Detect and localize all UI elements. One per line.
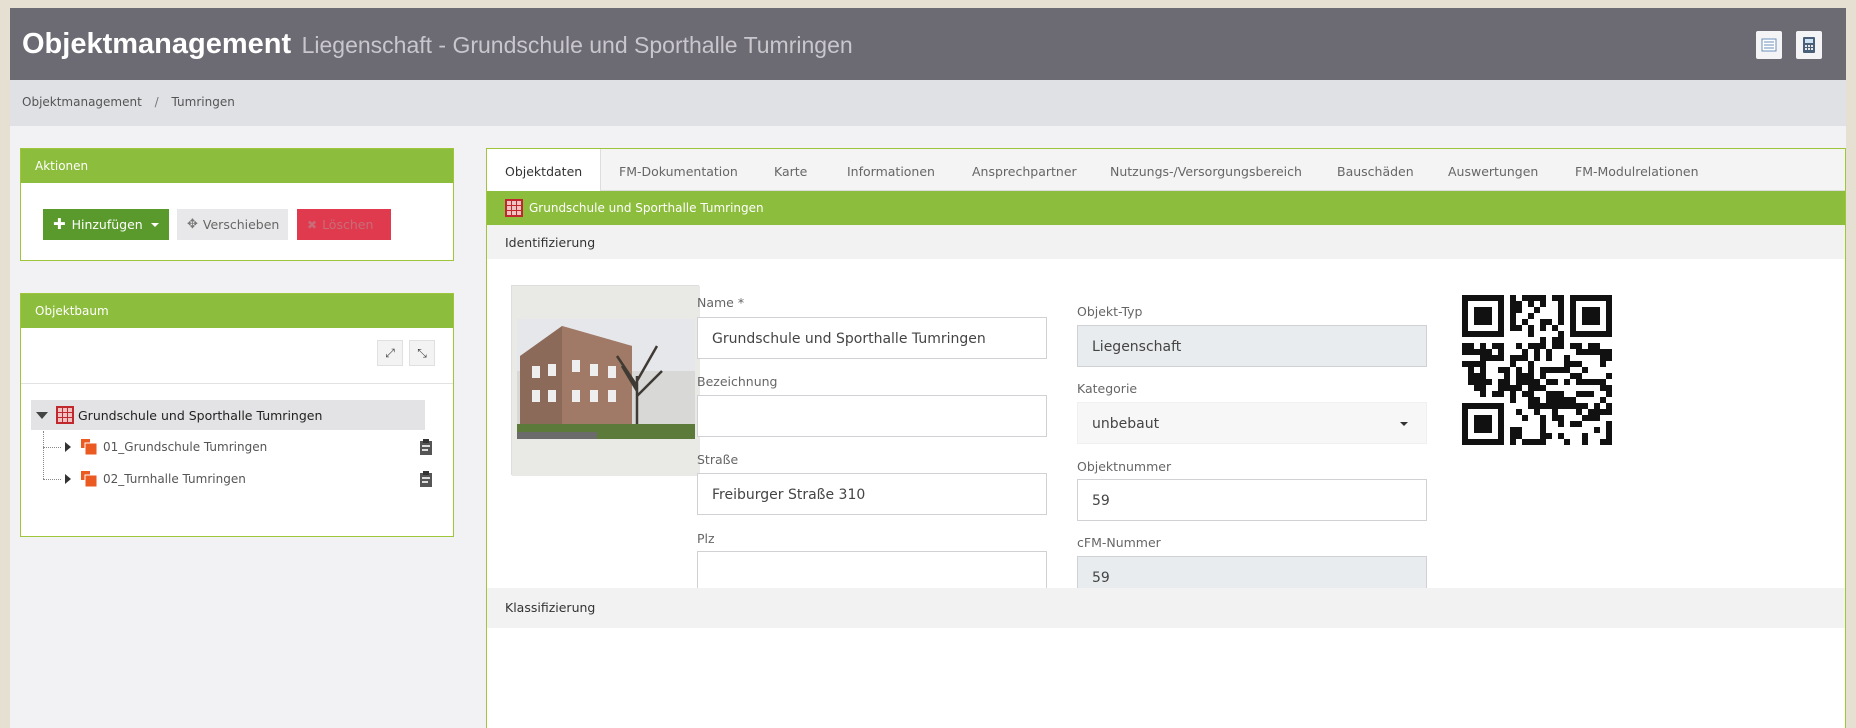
tab-karte[interactable]: Karte xyxy=(774,164,807,179)
tree-connector xyxy=(43,447,61,448)
tab-nutzungsbereich[interactable]: Nutzungs-/Versorgungsbereich xyxy=(1110,164,1302,179)
breadcrumb: Objektmanagement / Tumringen xyxy=(22,95,235,109)
objekttyp-label: Objekt-Typ xyxy=(1077,304,1143,319)
breadcrumb-separator: / xyxy=(154,95,159,109)
move-button[interactable]: ✥ Verschieben xyxy=(177,209,288,240)
tab-bar: Objektdaten FM-Dokumentation Karte Infor… xyxy=(487,149,1845,192)
strasse-field[interactable]: Freiburger Straße 310 xyxy=(697,473,1047,515)
collapse-all-button[interactable]: ⤡ xyxy=(409,340,435,366)
list-view-button[interactable] xyxy=(1756,31,1782,59)
breadcrumb-item-objektmanagement[interactable]: Objektmanagement xyxy=(22,95,142,109)
chevron-down-icon xyxy=(1400,422,1408,426)
plus-icon: ✚ xyxy=(53,215,66,233)
objekttyp-field: Liegenschaft xyxy=(1077,325,1427,367)
building-photo xyxy=(512,286,700,476)
calculator-button[interactable] xyxy=(1796,31,1822,59)
plz-label: Plz xyxy=(697,531,715,546)
qr-code[interactable] xyxy=(1462,295,1612,445)
collapse-icon: ⤡ xyxy=(417,345,427,360)
tab-auswertungen[interactable]: Auswertungen xyxy=(1448,164,1538,179)
name-field[interactable]: Grundschule und Sporthalle Tumringen xyxy=(697,317,1047,359)
delete-button-label: Löschen xyxy=(322,217,374,232)
module-title: Objektmanagement xyxy=(22,28,292,60)
page-title: Objektmanagement Liegenschaft - Grundsch… xyxy=(22,28,853,61)
object-heading: Grundschule und Sporthalle Tumringen xyxy=(529,201,764,215)
clipboard-icon[interactable] xyxy=(417,437,435,457)
object-tree-title: Objektbaum xyxy=(21,294,453,328)
tab-ansprechpartner[interactable]: Ansprechpartner xyxy=(972,164,1077,179)
plz-field[interactable] xyxy=(697,551,1047,593)
caret-down-icon[interactable] xyxy=(36,411,48,419)
close-icon: ✖ xyxy=(307,217,318,232)
breadcrumb-item-tumringen[interactable]: Tumringen xyxy=(172,95,235,109)
bezeichnung-field[interactable] xyxy=(697,395,1047,437)
building-part-icon xyxy=(81,439,97,455)
expand-icon: ⤢ xyxy=(385,345,395,360)
tree-connector xyxy=(43,479,61,480)
tab-informationen[interactable]: Informationen xyxy=(847,164,935,179)
objektnummer-label: Objektnummer xyxy=(1077,459,1172,474)
section-classification[interactable]: Klassifizierung xyxy=(487,588,1845,628)
tab-objektdaten[interactable]: Objektdaten xyxy=(487,149,602,192)
expand-all-button[interactable]: ⤢ xyxy=(377,340,403,366)
tree-toolbar: ⤢ ⤡ xyxy=(21,328,453,384)
object-photo[interactable] xyxy=(511,285,700,476)
caret-right-icon[interactable] xyxy=(65,442,71,452)
app-window: Objektmanagement Liegenschaft - Grundsch… xyxy=(10,8,1846,728)
object-heading-bar: Grundschule und Sporthalle Tumringen xyxy=(487,191,1845,225)
move-icon: ✥ xyxy=(187,217,198,232)
clipboard-icon[interactable] xyxy=(417,469,435,489)
actions-panel: Aktionen ✚ Hinzufügen ✥ Verschieben ✖ Lö… xyxy=(20,148,454,261)
building-part-icon xyxy=(81,471,97,487)
delete-button[interactable]: ✖ Löschen xyxy=(297,209,391,240)
tab-fm-modulrelationen[interactable]: FM-Modulrelationen xyxy=(1575,164,1699,179)
chevron-down-icon xyxy=(150,222,159,227)
app-header: Objektmanagement Liegenschaft - Grundsch… xyxy=(10,8,1846,80)
objektnummer-field[interactable]: 59 xyxy=(1077,479,1427,521)
object-subtitle: Liegenschaft - Grundschule und Sporthall… xyxy=(301,32,853,58)
tab-bauschaeden[interactable]: Bauschäden xyxy=(1337,164,1414,179)
kategorie-label: Kategorie xyxy=(1077,381,1138,396)
add-button[interactable]: ✚ Hinzufügen xyxy=(43,209,169,240)
caret-right-icon[interactable] xyxy=(65,474,71,484)
kategorie-select[interactable]: unbebaut xyxy=(1077,402,1427,444)
cfm-nummer-label: cFM-Nummer xyxy=(1077,535,1161,550)
tree-root-label: Grundschule und Sporthalle Tumringen xyxy=(78,407,323,423)
tree-root-node[interactable]: Grundschule und Sporthalle Tumringen xyxy=(31,400,425,430)
bezeichnung-label: Bezeichnung xyxy=(697,374,778,389)
kategorie-value: unbebaut xyxy=(1092,416,1160,432)
building-grid-icon xyxy=(505,199,523,217)
tree-item-grundschule[interactable]: 01_Grundschule Tumringen xyxy=(103,440,267,454)
tree-connector xyxy=(43,431,44,479)
object-detail-panel: Objektdaten FM-Dokumentation Karte Infor… xyxy=(486,148,1846,728)
add-button-label: Hinzufügen xyxy=(71,217,143,232)
strasse-label: Straße xyxy=(697,452,739,467)
list-view-icon xyxy=(1761,38,1777,52)
breadcrumb-bar: Objektmanagement / Tumringen xyxy=(10,80,1846,126)
building-grid-icon xyxy=(56,406,74,424)
tree-item-turnhalle[interactable]: 02_Turnhalle Tumringen xyxy=(103,472,246,486)
object-tree-panel: Objektbaum ⤢ ⤡ Grundschule und Sporthall… xyxy=(20,293,454,537)
actions-panel-title: Aktionen xyxy=(21,149,453,183)
section-identification[interactable]: Identifizierung xyxy=(487,225,1845,259)
move-button-label: Verschieben xyxy=(202,217,280,232)
name-label: Name * xyxy=(697,295,745,310)
tab-fm-dokumentation[interactable]: FM-Dokumentation xyxy=(619,164,738,179)
calculator-icon xyxy=(1803,37,1815,53)
